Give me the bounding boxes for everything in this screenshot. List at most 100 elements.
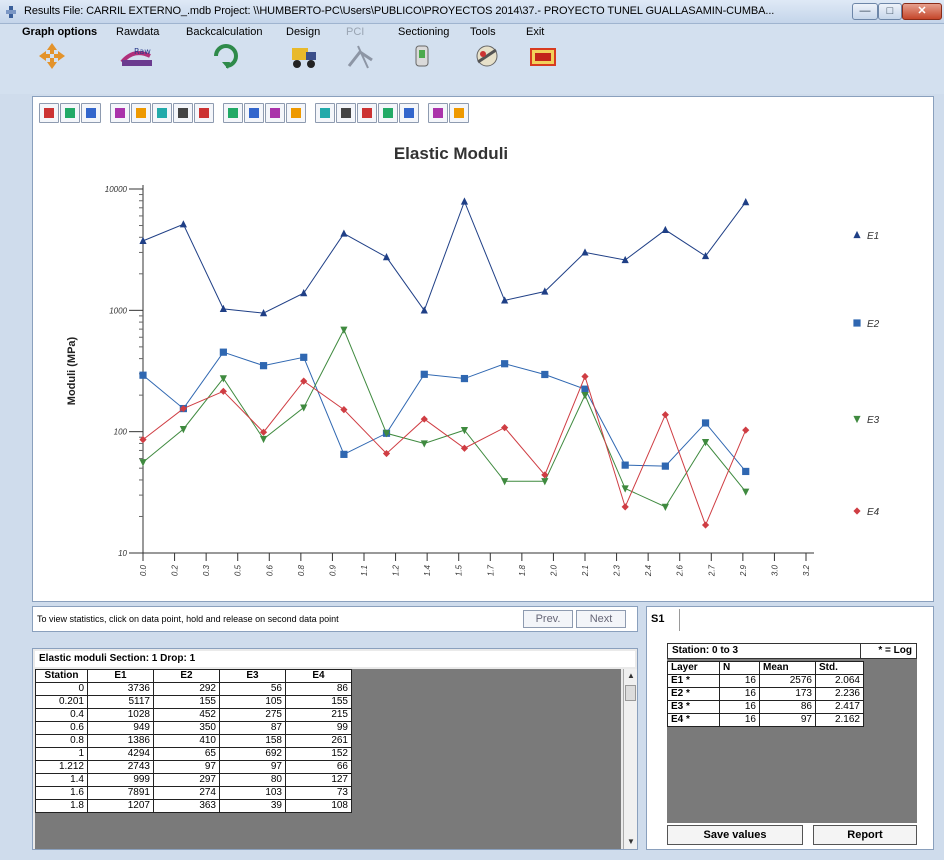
data-point-e2[interactable] (701, 419, 710, 427)
modulus-cell[interactable]: 275 (219, 708, 286, 722)
elastic-moduli-chart[interactable]: Elastic Moduli Moduli (MPa) 10 100 1000 10000… (33, 129, 933, 599)
data-point-e2[interactable] (742, 467, 750, 476)
data-point-e2[interactable] (420, 370, 428, 378)
modulus-cell[interactable]: 66 (285, 760, 352, 774)
data-point-e3[interactable] (300, 404, 308, 412)
table-row[interactable]: 1.6 7891 274 103 73 (35, 786, 352, 800)
modulus-cell[interactable]: 73 (285, 786, 352, 800)
modulus-cell[interactable]: 292 (153, 682, 220, 696)
table-row[interactable]: 1 4294 65 692 152 (35, 747, 352, 761)
table-row[interactable]: 1.4 999 297 80 127 (35, 773, 352, 787)
table-button[interactable] (110, 103, 130, 123)
station-cell[interactable]: 0.4 (35, 708, 88, 722)
table-row[interactable]: 0.8 1386 410 158 261 (35, 734, 352, 748)
modulus-cell[interactable]: 158 (219, 734, 286, 748)
label-button[interactable] (131, 103, 151, 123)
modulus-cell[interactable]: 155 (285, 695, 352, 709)
modulus-cell[interactable]: 97 (153, 760, 220, 774)
modulus-cell[interactable]: 5117 (87, 695, 154, 709)
vertical-scrollbar[interactable]: ▲ ▼ (623, 669, 637, 849)
fill-button[interactable] (223, 103, 243, 123)
plus-button[interactable] (286, 103, 306, 123)
legend-marker-e4[interactable] (853, 507, 861, 515)
scatter-button[interactable] (244, 103, 264, 123)
print-button[interactable] (378, 103, 398, 123)
table-row[interactable]: 0.6 949 350 87 99 (35, 721, 352, 735)
table-row[interactable]: 0.4 1028 452 275 215 (35, 708, 352, 722)
data-point-e4[interactable] (742, 426, 750, 434)
data-point-e4[interactable] (701, 521, 710, 529)
station-cell[interactable]: 0.201 (35, 695, 88, 709)
modulus-cell[interactable]: 97 (219, 760, 286, 774)
data-point-e3[interactable] (581, 392, 589, 400)
table-row[interactable]: 0.201 5117 155 105 155 (35, 695, 352, 709)
modulus-cell[interactable]: 949 (87, 721, 154, 735)
minimize-button[interactable]: — (852, 3, 878, 20)
data-point-e4[interactable] (460, 444, 469, 452)
menu-rawdata[interactable]: Rawdata Raw (116, 26, 174, 92)
modulus-cell[interactable]: 692 (219, 747, 286, 761)
modulus-cell[interactable]: 410 (153, 734, 220, 748)
data-point-e2[interactable] (501, 360, 509, 368)
data-point-e2[interactable] (219, 348, 227, 356)
column-header[interactable]: Station (35, 669, 88, 683)
report-button[interactable]: Report (813, 825, 917, 845)
station-cell[interactable]: 0.6 (35, 721, 88, 735)
stack-button[interactable] (265, 103, 285, 123)
data-point-e2[interactable] (581, 385, 589, 393)
tab-s1[interactable]: S1 (651, 613, 664, 625)
data-point-e2[interactable] (340, 450, 348, 458)
modulus-cell[interactable]: 4294 (87, 747, 154, 761)
table-row[interactable]: 1.8 1207 363 39 108 (35, 799, 352, 813)
data-point-e3[interactable] (742, 488, 750, 496)
next-button[interactable]: Next (576, 610, 626, 628)
data-point-e3[interactable] (541, 478, 549, 486)
legend-marker-e1[interactable] (853, 230, 861, 239)
modulus-cell[interactable]: 152 (285, 747, 352, 761)
series-button[interactable] (152, 103, 172, 123)
modulus-cell[interactable]: 350 (153, 721, 220, 735)
table-row[interactable]: 1.212 2743 97 97 66 (35, 760, 352, 774)
modulus-cell[interactable]: 87 (219, 721, 286, 735)
table-row[interactable]: 0 3736 292 56 86 (35, 682, 352, 696)
data-point-e3[interactable] (259, 435, 268, 444)
modulus-cell[interactable]: 452 (153, 708, 220, 722)
grid-button[interactable] (173, 103, 193, 123)
scroll-up-icon[interactable]: ▲ (624, 669, 638, 683)
modulus-cell[interactable]: 108 (285, 799, 352, 813)
modulus-cell[interactable]: 105 (219, 695, 286, 709)
list-button[interactable] (336, 103, 356, 123)
modulus-cell[interactable]: 297 (153, 773, 220, 787)
legend-marker-e3[interactable] (853, 415, 861, 424)
modulus-cell[interactable]: 1028 (87, 708, 154, 722)
modulus-cell[interactable]: 1207 (87, 799, 154, 813)
data-point-e3[interactable] (139, 459, 147, 467)
menu-pci[interactable]: PCI (346, 26, 386, 92)
modulus-cell[interactable]: 65 (153, 747, 220, 761)
modulus-cell[interactable]: 274 (153, 786, 220, 800)
data-point-e1[interactable] (460, 197, 469, 205)
station-cell[interactable]: 1.4 (35, 773, 88, 787)
scroll-thumb[interactable] (625, 685, 636, 701)
data-point-e1[interactable] (340, 229, 348, 237)
menu-sectioning[interactable]: Sectioning (398, 26, 458, 92)
column-header[interactable]: E1 (87, 669, 154, 683)
modulus-cell[interactable]: 86 (285, 682, 352, 696)
help-button[interactable] (428, 103, 448, 123)
data-point-e3[interactable] (179, 425, 187, 434)
modulus-cell[interactable]: 2743 (87, 760, 154, 774)
data-point-e2[interactable] (300, 353, 308, 361)
station-cell[interactable]: 1 (35, 747, 88, 761)
data-point-e1[interactable] (581, 248, 589, 256)
station-cell[interactable]: 1.212 (35, 760, 88, 774)
station-cell[interactable]: 1.6 (35, 786, 88, 800)
color-button[interactable] (315, 103, 335, 123)
data-point-e1[interactable] (179, 220, 187, 228)
area-chart-button[interactable] (81, 103, 101, 123)
modulus-cell[interactable]: 215 (285, 708, 352, 722)
modulus-cell[interactable]: 80 (219, 773, 286, 787)
menu-tools[interactable]: Tools (470, 26, 510, 92)
data-point-e1[interactable] (742, 197, 750, 206)
data-point-e2[interactable] (661, 462, 669, 470)
data-point-e4[interactable] (621, 503, 629, 511)
